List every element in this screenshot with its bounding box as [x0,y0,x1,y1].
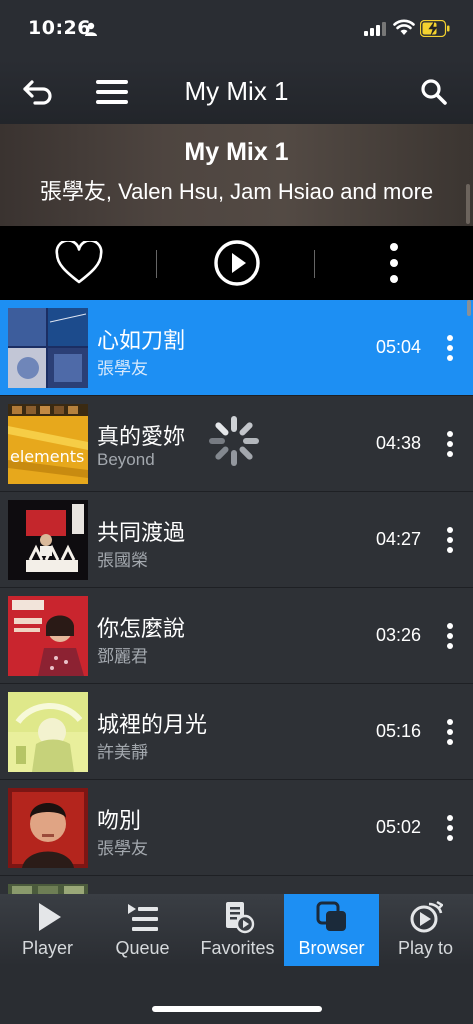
track-more-button[interactable] [439,522,461,558]
track-more-button[interactable] [439,426,461,462]
playlist-header: My Mix 1 張學友, Valen Hsu, Jam Hsiao and m… [0,124,473,226]
header-scrollbar [466,184,470,224]
action-bar [0,226,473,300]
track-title: 真的愛妳 [97,425,186,450]
track-artist: 許美靜 [97,743,148,762]
track-duration: 05:16 [375,721,421,741]
track-more-button[interactable] [439,810,461,846]
album-cover [8,692,88,772]
track-duration: 03:26 [375,625,421,645]
status-bar: 10:26 [0,0,473,60]
album-cover: elements [8,404,88,484]
home-indicator[interactable] [152,1006,322,1012]
track-title: 心如刀割 [97,329,186,354]
back-button[interactable] [20,74,56,110]
home-area [0,966,473,1024]
track-row[interactable]: 心如刀割 張學友 05:04 [0,300,473,396]
album-cover [8,308,88,388]
track-title: 吻別 [97,809,142,834]
queue-icon [127,904,158,931]
vertical-dots-icon [447,431,453,457]
more-options-button[interactable] [368,237,420,289]
track-title: 城裡的月光 [97,713,208,738]
track-duration: 04:27 [375,529,421,549]
track-row[interactable]: elements 真的愛妳 Beyond 04:38 [0,396,473,492]
tab-label: Favorites [200,938,275,958]
vertical-dots-icon [447,719,453,745]
list-scrollbar[interactable] [467,300,471,316]
album-cover [8,788,88,868]
tab-label: Play to [397,938,454,958]
status-time: 10:26 [28,17,91,39]
battery-icon [420,20,450,37]
vertical-dots-icon [447,335,453,361]
track-more-button[interactable] [439,618,461,654]
album-cover-text: elements [10,447,84,466]
tab-label: Browser [298,938,365,958]
back-arrow-icon [23,80,52,105]
track-row[interactable] [0,876,473,894]
hamburger-menu-icon [96,80,128,104]
album-cover [8,500,88,580]
signal-icon [364,22,386,36]
search-icon [421,79,447,105]
track-duration: 05:02 [375,817,421,837]
favorites-icon [225,902,254,934]
track-artist: 張學友 [97,359,148,378]
action-divider [156,250,157,278]
track-artist: 張學友 [97,839,148,858]
track-duration: 05:04 [375,337,421,357]
nav-title: My Mix 1 [184,76,289,106]
tab-browser[interactable]: Browser [284,894,379,966]
tab-play-to[interactable]: Play to [378,894,473,966]
tab-label: Queue [115,938,170,958]
vertical-dots-icon [447,527,453,553]
track-row[interactable]: 吻別 張學友 05:02 [0,780,473,876]
play-icon [38,903,61,931]
track-title: 你怎麼說 [97,617,186,642]
track-more-button[interactable] [439,330,461,366]
tab-favorites[interactable]: Favorites [190,894,285,966]
search-button[interactable] [416,74,452,110]
vertical-dots-icon [447,815,453,841]
vertical-dots-icon [447,623,453,649]
tab-label: Player [21,938,74,958]
track-more-button[interactable] [439,714,461,750]
track-title: 共同渡過 [97,521,186,546]
playlist-title: My Mix 1 [184,138,289,166]
favorite-button[interactable] [53,237,105,289]
track-list[interactable]: 心如刀割 張學友 05:04 elements 真的愛妳 Beyond 04:3… [0,300,473,894]
heart-icon [55,241,103,284]
tab-player[interactable]: Player [0,894,95,966]
track-row[interactable]: 你怎麼說 鄧麗君 03:26 [0,588,473,684]
nav-bar: My Mix 1 [0,60,473,124]
wifi-icon [393,19,415,35]
track-row[interactable]: 共同渡過 張國榮 04:27 [0,492,473,588]
track-artist: 張國榮 [97,551,148,570]
album-cover [8,884,88,894]
play-to-icon [410,900,443,933]
person-icon [85,22,97,36]
action-divider [314,250,315,278]
loading-spinner-icon [209,416,259,466]
vertical-dots-icon [390,243,398,283]
browser-icon [316,901,346,931]
track-artist: Beyond [97,450,155,469]
track-duration: 04:38 [375,433,421,453]
track-artist: 鄧麗君 [97,647,148,666]
playlist-artists: 張學友, Valen Hsu, Jam Hsiao and more [39,179,434,204]
album-cover [8,596,88,676]
play-circle-icon [214,240,260,286]
play-all-button[interactable] [211,237,263,289]
tab-bar: Player Queue Favorites Browser Play to [0,894,473,966]
track-row[interactable]: 城裡的月光 許美靜 05:16 [0,684,473,780]
tab-queue[interactable]: Queue [95,894,190,966]
menu-button[interactable] [94,74,130,110]
